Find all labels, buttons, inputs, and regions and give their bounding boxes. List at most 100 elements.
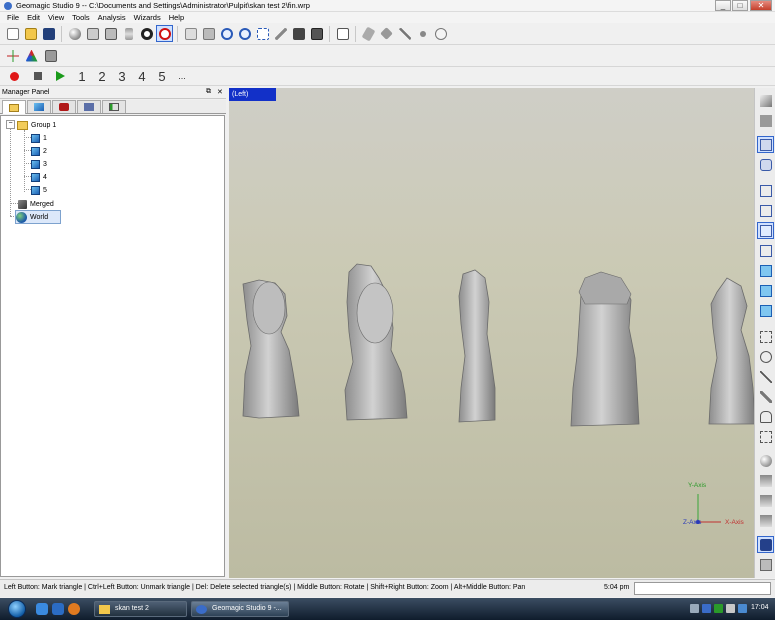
select-line-icon[interactable] (757, 368, 774, 385)
menu-wizards[interactable]: Wizards (130, 12, 165, 23)
cube-solid-2-icon[interactable] (757, 282, 774, 299)
macro-slot-4[interactable]: 4 (135, 69, 149, 84)
face-icon[interactable] (200, 25, 217, 42)
firefox-icon[interactable] (68, 603, 80, 615)
tree-item-model[interactable]: 4 (31, 171, 47, 183)
tree-item-model[interactable]: 3 (31, 158, 47, 170)
export-icon[interactable] (334, 25, 351, 42)
pin-icon[interactable]: ⧉ (206, 88, 211, 96)
start-button[interactable] (8, 600, 26, 618)
cube-view-icon[interactable] (84, 25, 101, 42)
display-tab[interactable] (52, 100, 76, 113)
tray-arrow-icon[interactable] (690, 604, 699, 613)
panel-close-icon[interactable]: ✕ (217, 88, 223, 96)
color-triangle-icon[interactable] (23, 47, 40, 64)
record-icon[interactable] (6, 68, 23, 85)
taskbar-item-geomagic[interactable]: Geomagic Studio 9 -... (191, 601, 289, 617)
minimize-button[interactable]: _ (715, 0, 731, 11)
stop-icon[interactable] (29, 68, 46, 85)
show-desktop-icon[interactable] (52, 603, 64, 615)
plane-icon[interactable] (757, 136, 774, 153)
play-icon[interactable] (52, 68, 69, 85)
tray-network-icon[interactable] (702, 604, 711, 613)
transform-icon[interactable] (42, 47, 59, 64)
menu-help[interactable]: Help (165, 12, 188, 23)
merged-model-icon (18, 199, 27, 209)
tree-item-merged[interactable]: Merged (18, 198, 54, 210)
no-entry-icon[interactable] (432, 25, 449, 42)
tray-language-icon[interactable] (738, 604, 747, 613)
tray-volume-icon[interactable] (726, 604, 735, 613)
cube-wire-2-icon[interactable] (757, 202, 774, 219)
macro-slot-1[interactable]: 1 (75, 69, 89, 84)
zoom-out-icon[interactable] (236, 25, 253, 42)
select-custom-icon[interactable] (757, 408, 774, 425)
macro-slot-3[interactable]: 3 (115, 69, 129, 84)
macro-slot-2[interactable]: 2 (95, 69, 109, 84)
print-icon[interactable] (757, 556, 774, 573)
shade-flat-icon[interactable] (757, 112, 774, 129)
select-rect-icon[interactable] (757, 328, 774, 345)
cube-wire-1-icon[interactable] (757, 182, 774, 199)
sphere-light-icon[interactable] (757, 452, 774, 469)
statistics-tab[interactable] (102, 100, 126, 113)
axes-icon[interactable] (4, 47, 21, 64)
cube-solid-1-icon[interactable] (757, 262, 774, 279)
stack-1-icon[interactable] (757, 472, 774, 489)
macro-slot-5[interactable]: 5 (155, 69, 169, 84)
macro-more-button[interactable]: ... (175, 71, 189, 81)
tree-item-model[interactable]: 2 (31, 145, 47, 157)
cube-wire-3-icon[interactable] (757, 222, 774, 239)
zoom-window-icon[interactable] (254, 25, 271, 42)
tree-item-world[interactable]: World (15, 210, 62, 224)
layer-tab[interactable] (27, 100, 51, 113)
folder-icon (99, 605, 110, 614)
open-folder-icon[interactable] (22, 25, 39, 42)
pencil-icon[interactable] (272, 25, 289, 42)
taskbar-item-folder[interactable]: skan test 2 (94, 601, 187, 617)
tree-item-model[interactable]: 5 (31, 184, 47, 196)
3d-viewport[interactable]: (Left) Y-Axis X-Axis Z-Axis (229, 88, 754, 578)
select-lasso-icon[interactable] (757, 348, 774, 365)
zoom-in-icon[interactable] (218, 25, 235, 42)
model-manager-tab[interactable] (2, 100, 26, 114)
flat-shade-icon[interactable] (182, 25, 199, 42)
menu-analysis[interactable]: Analysis (94, 12, 130, 23)
manager-panel-title: Manager Panel (2, 89, 50, 96)
stack-3-icon[interactable] (757, 512, 774, 529)
eraser-icon[interactable] (360, 25, 377, 42)
pointer-icon[interactable] (396, 25, 413, 42)
cube-solid-3-icon[interactable] (757, 302, 774, 319)
menu-view[interactable]: View (44, 12, 68, 23)
menu-file[interactable]: File (3, 12, 23, 23)
rotate-center-icon[interactable] (138, 25, 155, 42)
box-icon[interactable] (102, 25, 119, 42)
tree-connector (24, 137, 31, 138)
select-paint-icon[interactable] (757, 388, 774, 405)
save-icon[interactable] (40, 25, 57, 42)
tray-green-icon[interactable] (714, 604, 723, 613)
close-button[interactable]: ✕ (750, 0, 772, 11)
tree-item-model[interactable]: 1 (31, 132, 47, 144)
display-settings-tab[interactable] (77, 100, 101, 113)
dot-icon[interactable] (414, 25, 431, 42)
ie-icon[interactable] (36, 603, 48, 615)
menu-tools[interactable]: Tools (68, 12, 94, 23)
stack-2-icon[interactable] (757, 492, 774, 509)
menu-edit[interactable]: Edit (23, 12, 44, 23)
group-expander[interactable]: − (6, 120, 15, 129)
maximize-button[interactable]: □ (732, 0, 748, 11)
camera-view-icon[interactable] (757, 536, 774, 553)
hourglass-icon[interactable] (120, 25, 137, 42)
target-icon[interactable] (156, 25, 173, 42)
erase-box-icon[interactable] (378, 25, 395, 42)
camera-icon[interactable] (290, 25, 307, 42)
sphere-icon[interactable] (66, 25, 83, 42)
cylinder-icon[interactable] (757, 156, 774, 173)
new-file-icon[interactable] (4, 25, 21, 42)
select-through-icon[interactable] (757, 428, 774, 445)
cube-wire-4-icon[interactable] (757, 242, 774, 259)
multi-view-icon[interactable] (308, 25, 325, 42)
shade-gradient-icon[interactable] (757, 92, 774, 109)
tree-item-group[interactable]: Group 1 (17, 119, 56, 131)
